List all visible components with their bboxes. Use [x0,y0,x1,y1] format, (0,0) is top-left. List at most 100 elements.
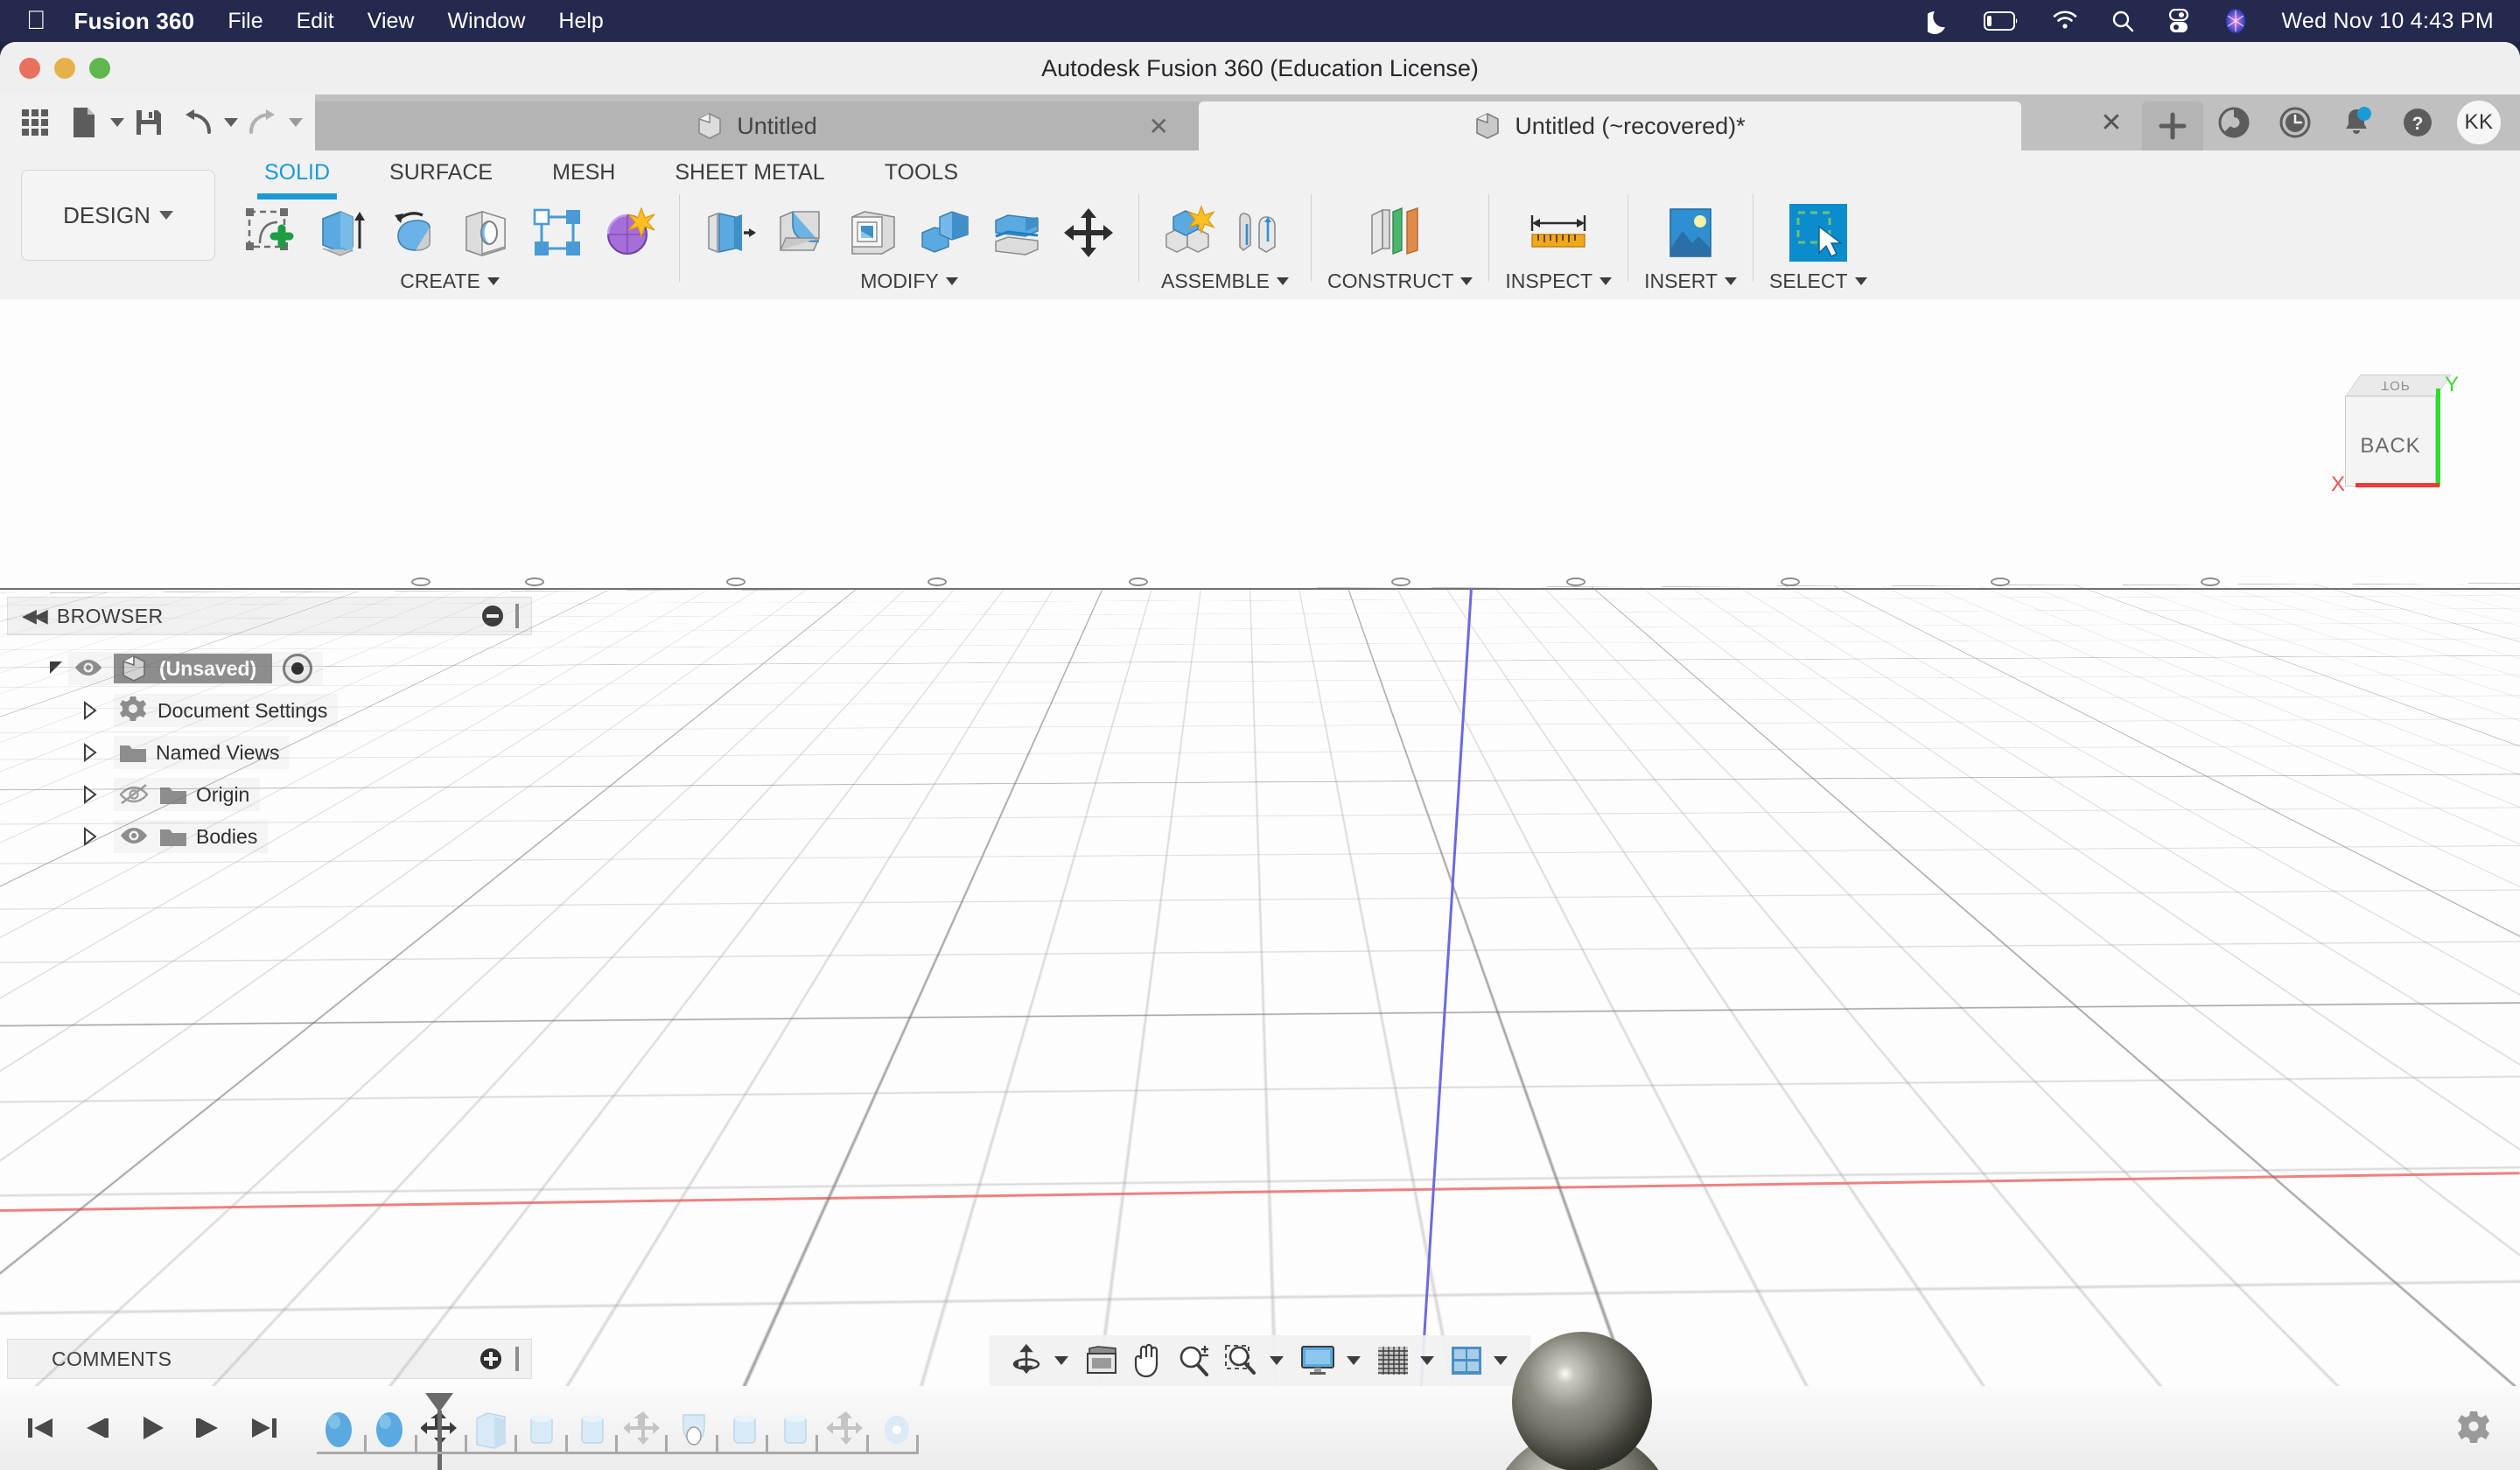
zoom-window-icon[interactable] [1221,1340,1263,1381]
job-status-icon[interactable] [2264,94,2326,150]
activate-component-radio[interactable] [283,654,313,683]
shell-icon[interactable] [839,199,907,267]
apple-logo-icon[interactable]:  [26,8,46,34]
hole-icon[interactable] [452,199,520,267]
display-caret-icon[interactable] [1347,1356,1361,1365]
visibility-eye-icon[interactable] [74,657,103,680]
sphere-body-upper[interactable] [1512,1332,1652,1470]
expand-arrow-icon[interactable] [79,825,102,848]
press-pull-icon[interactable] [696,199,764,267]
workspace-switcher[interactable]: DESIGN [21,170,215,261]
grid-apps-icon[interactable] [10,98,60,147]
wifi-icon[interactable] [2052,10,2078,32]
expand-arrow-icon[interactable] [79,699,102,722]
timeline-marker[interactable] [425,1393,453,1412]
look-at-icon[interactable] [1081,1340,1123,1381]
ribbon-group-label[interactable]: SELECT [1769,270,1867,293]
search-icon[interactable] [2111,10,2134,32]
extensions-icon[interactable] [2203,94,2264,150]
go-to-beginning-icon[interactable] [23,1410,58,1446]
split-face-icon[interactable] [983,199,1051,267]
add-comment-icon[interactable] [480,1348,501,1369]
menubar-item-help[interactable]: Help [558,9,603,34]
panel-grip-handle[interactable] [515,1347,519,1371]
joint-icon[interactable] [1227,199,1295,267]
tab-mesh[interactable]: MESH [522,150,645,194]
tree-item-document-settings[interactable]: Document Settings [7,690,532,732]
tab-surface[interactable]: SURFACE [360,150,522,194]
zoom-caret-icon[interactable] [1270,1356,1284,1365]
document-tab-untitled-recovered[interactable]: Untitled (~recovered)* [1199,102,2021,150]
collapse-left-icon[interactable]: ◀◀ [22,605,48,627]
panel-grip-handle[interactable] [515,604,519,628]
redo-caret-icon[interactable] [289,118,303,127]
fillet-icon[interactable] [767,199,836,267]
go-to-end-icon[interactable] [247,1410,282,1446]
battery-icon[interactable] [1984,11,2019,31]
visibility-hidden-icon[interactable] [119,783,149,806]
tree-item-named-views[interactable]: Named Views [7,732,532,774]
menubar-app-name[interactable]: Fusion 360 [74,8,195,35]
tree-item-unsaved[interactable]: (Unsaved) [7,648,532,690]
component-chip[interactable]: (Unsaved) [114,654,273,683]
menubar-clock[interactable]: Wed Nov 10 4:43 PM [2281,9,2494,34]
gear-icon[interactable] [2457,1410,2520,1447]
visibility-eye-icon[interactable] [119,825,149,848]
new-file-caret-icon[interactable] [110,118,124,127]
ribbon-group-label[interactable]: CREATE [400,270,500,293]
tab-sheet-metal[interactable]: SHEET METAL [645,150,854,194]
select-icon[interactable] [1784,199,1852,267]
new-tab-button[interactable] [2142,102,2203,150]
pan-icon[interactable] [1128,1340,1168,1381]
insert-image-icon[interactable] [1647,199,1734,267]
pattern-icon[interactable] [523,199,592,267]
tab-solid[interactable]: SOLID [234,150,360,200]
menubar-item-file[interactable]: File [228,9,262,34]
comments-panel[interactable]: COMMENTS [7,1339,532,1379]
avatar[interactable]: KK [2457,101,2501,144]
document-tab-untitled[interactable]: Untitled ✕ [315,102,1199,150]
offset-plane-icon[interactable] [1352,199,1448,267]
new-component-icon[interactable] [1155,199,1223,267]
viewport-layout-icon[interactable] [1446,1340,1487,1381]
zoom-icon[interactable] [1173,1340,1215,1381]
expand-arrow-icon[interactable] [79,741,102,764]
zoom-button[interactable] [89,58,110,79]
grid-snap-icon[interactable] [1373,1340,1413,1381]
minimize-icon[interactable] [482,606,503,626]
orbit-caret-icon[interactable] [1054,1356,1068,1365]
control-center-icon[interactable] [2167,9,2190,33]
tab-close-icon[interactable]: ✕ [1149,112,1169,141]
menubar-item-window[interactable]: Window [447,9,525,34]
orbit-icon[interactable] [1005,1340,1047,1381]
display-settings-icon[interactable] [1296,1340,1340,1381]
viewcube[interactable]: TOP BACK Y X [2314,373,2488,511]
undo-icon[interactable] [173,98,222,147]
siri-icon[interactable] [2223,8,2248,34]
tree-item-origin[interactable]: Origin [7,774,532,816]
grid-caret-icon[interactable] [1420,1356,1434,1365]
close-button[interactable] [19,58,40,79]
ribbon-group-label[interactable]: INSPECT [1505,270,1613,293]
ribbon-group-label[interactable]: ASSEMBLE [1161,270,1289,293]
tree-item-bodies[interactable]: Bodies [7,816,532,858]
menubar-item-view[interactable]: View [368,9,415,34]
viewport-canvas[interactable]: TOP BACK Y X ◀◀ BROWSER (Unsaved) Docume… [0,299,2520,1470]
new-file-icon[interactable] [60,98,108,147]
menubar-item-edit[interactable]: Edit [297,9,334,34]
undo-caret-icon[interactable] [224,118,238,127]
step-back-icon[interactable] [79,1410,114,1446]
move-copy-icon[interactable] [1054,199,1123,267]
redo-icon[interactable] [238,98,287,147]
revolve-icon[interactable] [380,199,448,267]
minimize-button[interactable] [54,58,75,79]
extrude-icon[interactable] [308,199,376,267]
ribbon-group-label[interactable]: CONSTRUCT [1327,270,1474,293]
play-icon[interactable] [135,1410,170,1446]
tab-close-icon[interactable]: ✕ [2081,94,2142,150]
create-sketch-icon[interactable] [236,199,304,267]
help-icon[interactable]: ? [2387,94,2448,150]
ribbon-group-label[interactable]: INSERT [1644,270,1738,293]
combine-icon[interactable] [911,199,979,267]
sphere-icon[interactable] [595,199,663,267]
